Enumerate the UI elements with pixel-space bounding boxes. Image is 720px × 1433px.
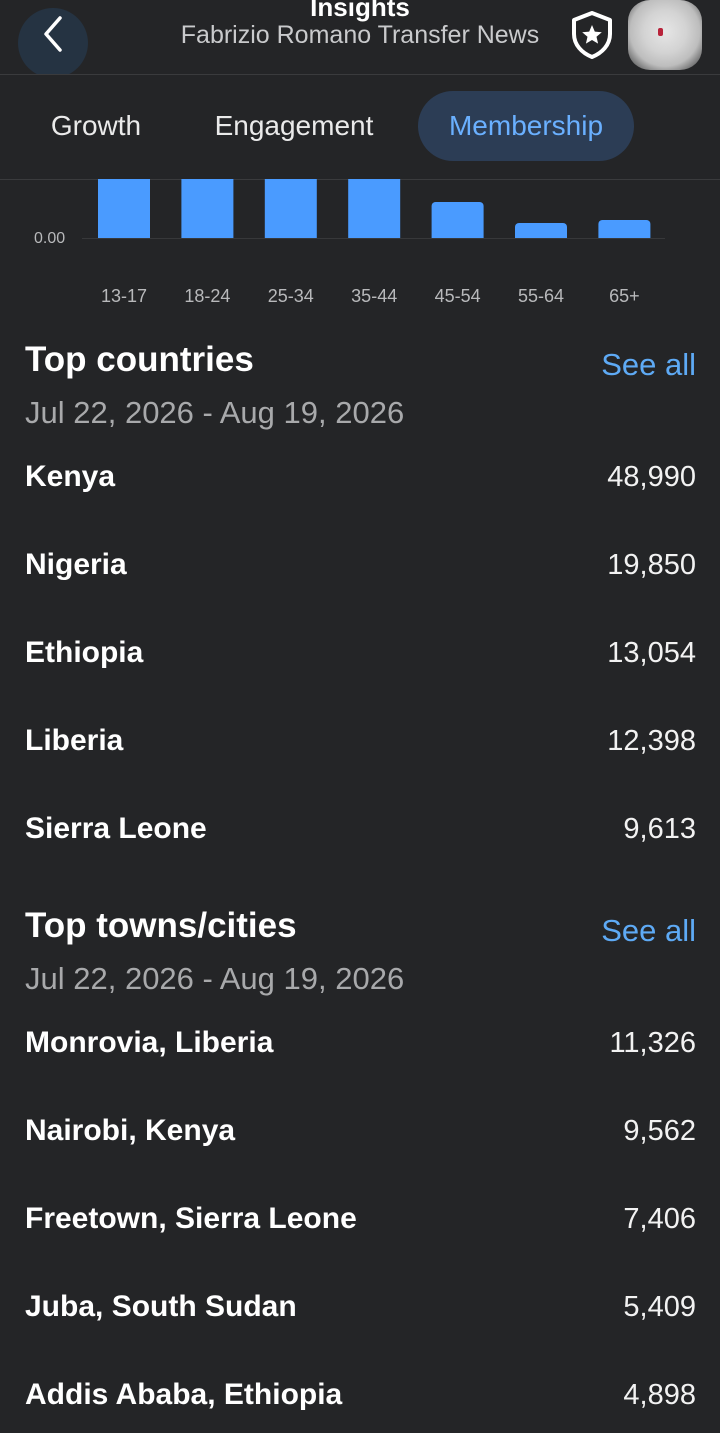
- x-tick-label: 55-64: [518, 286, 564, 306]
- country-member-count: 9,613: [623, 813, 696, 845]
- age-chart: 0.00 13-17 18-24 25-34 35-44 45-54 55-64 65+: [0, 179, 720, 319]
- tab-membership[interactable]: Membership: [418, 91, 634, 161]
- group-name: Fabrizio Romano Transfer News: [180, 21, 540, 49]
- age-chart-svg: 0.00 13-17 18-24 25-34 35-44 45-54 55-64 65+: [34, 179, 682, 306]
- insights-tabs: Growth Engagement Membership: [0, 75, 720, 180]
- country-name: Ethiopia: [25, 636, 144, 669]
- age-bar-25-34: [264, 179, 317, 242]
- country-member-count: 19,850: [607, 549, 696, 581]
- city-member-count: 11,326: [609, 1027, 696, 1059]
- city-member-count: 5,409: [623, 1291, 696, 1323]
- top-cities-see-all-link[interactable]: See all: [601, 913, 696, 949]
- city-name: Addis Ababa, Ethiopia: [25, 1378, 343, 1411]
- x-tick-label: 35-44: [351, 286, 397, 306]
- age-bar-35-44: [348, 179, 401, 242]
- admin-shield-button[interactable]: [569, 10, 615, 65]
- x-tick-label: 45-54: [435, 286, 481, 306]
- y-tick-label: 0.00: [34, 230, 65, 247]
- city-member-count: 4,898: [623, 1379, 696, 1411]
- city-member-count: 7,406: [623, 1203, 696, 1235]
- chart-baseline-mask: [82, 238, 682, 245]
- avatar-detail: [658, 28, 663, 36]
- country-row: Nigeria 19,850: [0, 535, 720, 595]
- country-row: Ethiopia 13,054: [0, 623, 720, 683]
- city-name: Nairobi, Kenya: [25, 1114, 236, 1147]
- country-name: Sierra Leone: [25, 812, 207, 845]
- age-bar-45-54: [431, 202, 484, 242]
- back-button[interactable]: [18, 8, 88, 74]
- tab-engagement[interactable]: Engagement: [196, 91, 392, 161]
- city-member-count: 9,562: [623, 1115, 696, 1147]
- tab-growth[interactable]: Growth: [30, 91, 162, 161]
- city-row: Nairobi, Kenya 9,562: [0, 1101, 720, 1161]
- top-countries-see-all-link[interactable]: See all: [601, 347, 696, 383]
- country-row: Liberia 12,398: [0, 711, 720, 771]
- country-name: Kenya: [25, 460, 116, 493]
- country-member-count: 12,398: [607, 725, 696, 757]
- chevron-left-icon: [44, 16, 62, 52]
- city-row: Addis Ababa, Ethiopia 4,898: [0, 1365, 720, 1425]
- x-tick-label: 65+: [609, 286, 640, 306]
- country-member-count: 13,054: [607, 637, 696, 669]
- country-member-count: 48,990: [607, 461, 696, 493]
- city-name: Freetown, Sierra Leone: [25, 1202, 357, 1235]
- city-name: Juba, South Sudan: [25, 1290, 297, 1323]
- group-avatar[interactable]: [628, 0, 702, 70]
- x-tick-label: 18-24: [184, 286, 230, 306]
- top-countries-title: Top countries: [25, 340, 254, 379]
- city-row: Freetown, Sierra Leone 7,406: [0, 1189, 720, 1249]
- app-header: Insights Fabrizio Romano Transfer News: [0, 0, 720, 75]
- shield-star-icon: [572, 11, 612, 59]
- x-tick-label: 25-34: [268, 286, 314, 306]
- city-name: Monrovia, Liberia: [25, 1026, 274, 1059]
- age-bar-18-24: [181, 179, 234, 242]
- city-row: Juba, South Sudan 5,409: [0, 1277, 720, 1337]
- age-bar-13-17: [98, 179, 150, 242]
- city-row: Monrovia, Liberia 11,326: [0, 1013, 720, 1073]
- top-cities-title: Top towns/cities: [25, 906, 297, 945]
- top-countries-date-range: Jul 22, 2026 - Aug 19, 2026: [25, 395, 405, 430]
- country-row: Sierra Leone 9,613: [0, 799, 720, 859]
- page-title: Insights: [310, 0, 410, 22]
- top-cities-date-range: Jul 22, 2026 - Aug 19, 2026: [25, 961, 405, 996]
- country-name: Nigeria: [25, 548, 127, 581]
- x-tick-label: 13-17: [101, 286, 147, 306]
- country-name: Liberia: [25, 724, 124, 757]
- country-row: Kenya 48,990: [0, 447, 720, 507]
